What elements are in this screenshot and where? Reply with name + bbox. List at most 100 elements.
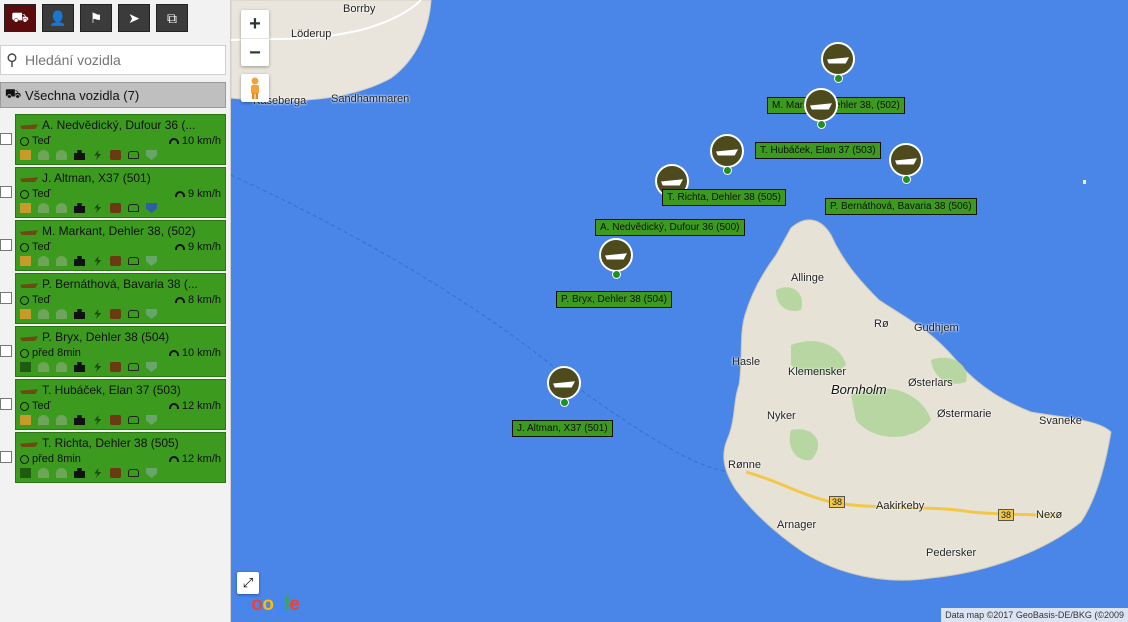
place-gudhjem: Gudhjem bbox=[914, 322, 959, 334]
map-view[interactable]: Borrby Löderup rp Kåseberga Sandhammaren… bbox=[231, 0, 1128, 622]
vehicle-row[interactable]: T. Hubáček, Elan 37 (503) Teď 12 km/h bbox=[0, 379, 230, 430]
vessel-marker[interactable] bbox=[710, 134, 744, 180]
vessel-label[interactable]: J. Altman, X37 (501) bbox=[512, 420, 613, 437]
place-bornholm: Bornholm bbox=[831, 382, 887, 397]
car-icon bbox=[128, 469, 139, 477]
vehicle-row[interactable]: M. Markant, Dehler 38, (502) Teď 9 km/h bbox=[0, 220, 230, 271]
vehicle-checkbox[interactable] bbox=[0, 451, 12, 463]
status-indicator-icon bbox=[20, 309, 31, 319]
person-icon: 👤 bbox=[49, 9, 67, 26]
street-view-pegman[interactable] bbox=[241, 74, 269, 102]
speedometer-icon bbox=[174, 191, 185, 197]
fullscreen-button[interactable]: ⤢ bbox=[237, 572, 259, 594]
car-icon bbox=[128, 151, 139, 159]
lightning-icon bbox=[94, 203, 102, 213]
copy-icon: ⧉ bbox=[167, 9, 177, 26]
vehicle-name: J. Altman, X37 (501) bbox=[42, 171, 151, 185]
vehicle-checkbox[interactable] bbox=[0, 292, 12, 304]
vessel-label[interactable]: P. Bryx, Dehler 38 (504) bbox=[556, 291, 672, 308]
place-allinge: Allinge bbox=[791, 272, 825, 284]
sailboat-icon bbox=[20, 230, 38, 235]
vehicle-card[interactable]: T. Richta, Dehler 38 (505) před 8min 12 km… bbox=[15, 432, 226, 483]
status-indicator-icon bbox=[20, 256, 31, 266]
vehicle-last-update: Teď bbox=[32, 294, 51, 306]
lightning-icon bbox=[94, 415, 102, 425]
vehicle-speed: 10 km/h bbox=[181, 135, 221, 147]
car-icon bbox=[128, 363, 139, 371]
sidebar-toolbar: ⛟ 👤 ⚑ ➤ ⧉ bbox=[4, 4, 188, 32]
vehicle-row[interactable]: P. Bryx, Dehler 38 (504) před 8min 10 km/h bbox=[0, 326, 230, 377]
vehicle-row[interactable]: P. Bernáthová, Bavaria 38 (... Teď 8 km/h bbox=[0, 273, 230, 324]
puzzle-icon bbox=[74, 150, 85, 160]
vehicle-row[interactable]: J. Altman, X37 (501) Teď 9 km/h bbox=[0, 167, 230, 218]
vehicle-card[interactable]: P. Bernáthová, Bavaria 38 (... Teď 8 km/h bbox=[15, 273, 226, 324]
place-hasle: Hasle bbox=[732, 356, 761, 368]
zoom-in-button[interactable]: + bbox=[241, 10, 269, 38]
zoom-out-button[interactable]: − bbox=[241, 38, 269, 67]
vehicle-card[interactable]: T. Hubáček, Elan 37 (503) Teď 12 km/h bbox=[15, 379, 226, 430]
vessel-marker[interactable] bbox=[547, 366, 581, 412]
vessel-marker[interactable] bbox=[889, 143, 923, 189]
status-indicator-icon bbox=[20, 468, 31, 478]
zoom-control: + − bbox=[241, 10, 269, 66]
vehicle-search: ⚲ bbox=[0, 45, 226, 75]
vehicles-tab-button[interactable]: ⛟ bbox=[4, 4, 36, 32]
vehicle-checkbox[interactable] bbox=[0, 398, 12, 410]
documents-tab-button[interactable]: ⧉ bbox=[156, 4, 188, 32]
vehicle-row[interactable]: A. Nedvědický, Dufour 36 (... Teď 10 km/h bbox=[0, 114, 230, 165]
sailboat-icon bbox=[20, 389, 38, 394]
vehicle-checkbox[interactable] bbox=[0, 133, 12, 145]
vessel-marker[interactable] bbox=[804, 88, 838, 134]
all-vehicles-label: Všechna vozidla (7) bbox=[25, 87, 140, 103]
vessel-label[interactable]: P. Bernáthová, Bavaria 38 (506) bbox=[825, 198, 977, 215]
vehicle-row[interactable]: T. Richta, Dehler 38 (505) před 8min 12 km… bbox=[0, 432, 230, 483]
destinations-tab-button[interactable]: ⚑ bbox=[80, 4, 112, 32]
car-icon bbox=[128, 257, 139, 265]
place-ronne: Rønne bbox=[728, 459, 762, 471]
navigation-tab-button[interactable]: ➤ bbox=[118, 4, 150, 32]
trucks-icon: ⛟ bbox=[4, 86, 22, 101]
map-attribution[interactable]: Data map ©2017 GeoBasis-DE/BKG (©2009 bbox=[941, 608, 1128, 622]
vehicle-speed: 10 km/h bbox=[181, 347, 221, 359]
bell-icon bbox=[38, 309, 49, 319]
sailboat-icon bbox=[895, 158, 917, 165]
place-nexo: Nexø bbox=[1036, 509, 1063, 521]
shield-icon bbox=[146, 415, 157, 425]
vessel-marker[interactable] bbox=[599, 238, 633, 284]
vehicle-checkbox[interactable] bbox=[0, 186, 12, 198]
sailboat-icon bbox=[810, 103, 832, 110]
clock-icon bbox=[20, 189, 29, 199]
place-nyker: Nyker bbox=[767, 410, 796, 422]
key-icon bbox=[56, 256, 67, 266]
vessel-label[interactable]: T. Hubáček, Elan 37 (503) bbox=[755, 142, 881, 159]
shield-icon bbox=[146, 150, 157, 160]
lightning-icon bbox=[94, 256, 102, 266]
drivers-tab-button[interactable]: 👤 bbox=[42, 4, 74, 32]
flags-icon: ⚑ bbox=[89, 9, 103, 26]
vehicle-name: P. Bryx, Dehler 38 (504) bbox=[42, 330, 170, 344]
status-indicator-icon bbox=[20, 150, 31, 160]
status-indicator-icon bbox=[20, 203, 31, 213]
vehicle-name: M. Markant, Dehler 38, (502) bbox=[42, 224, 196, 238]
vehicle-card[interactable]: P. Bryx, Dehler 38 (504) před 8min 10 km/h bbox=[15, 326, 226, 377]
all-vehicles-group[interactable]: ⛟ Všechna vozidla (7) bbox=[0, 82, 226, 108]
key-icon bbox=[56, 362, 67, 372]
vehicle-card[interactable]: M. Markant, Dehler 38, (502) Teď 9 km/h bbox=[15, 220, 226, 271]
puzzle-icon bbox=[74, 256, 85, 266]
vehicle-checkbox[interactable] bbox=[0, 239, 12, 251]
road-38-shield: 38 bbox=[998, 509, 1015, 521]
vessel-label[interactable]: T. Richta, Dehler 38 (505) bbox=[662, 189, 786, 206]
vehicle-card[interactable]: A. Nedvědický, Dufour 36 (... Teď 10 km/h bbox=[15, 114, 226, 165]
vehicle-search-input[interactable] bbox=[23, 51, 225, 69]
place-loderup: Löderup bbox=[291, 28, 332, 40]
place-aakirkeby: Aakirkeby bbox=[876, 500, 925, 512]
vessel-marker[interactable] bbox=[821, 42, 855, 88]
vehicle-checkbox[interactable] bbox=[0, 345, 12, 357]
vessel-label[interactable]: A. Nedvědický, Dufour 36 (500) bbox=[595, 219, 745, 236]
place-osterlars: Østerlars bbox=[908, 377, 953, 389]
sailboat-icon bbox=[605, 253, 627, 260]
car-icon bbox=[128, 310, 139, 318]
vehicle-card[interactable]: J. Altman, X37 (501) Teď 9 km/h bbox=[15, 167, 226, 218]
vehicle-last-update: před 8min bbox=[32, 347, 81, 359]
clock-icon bbox=[20, 348, 29, 358]
